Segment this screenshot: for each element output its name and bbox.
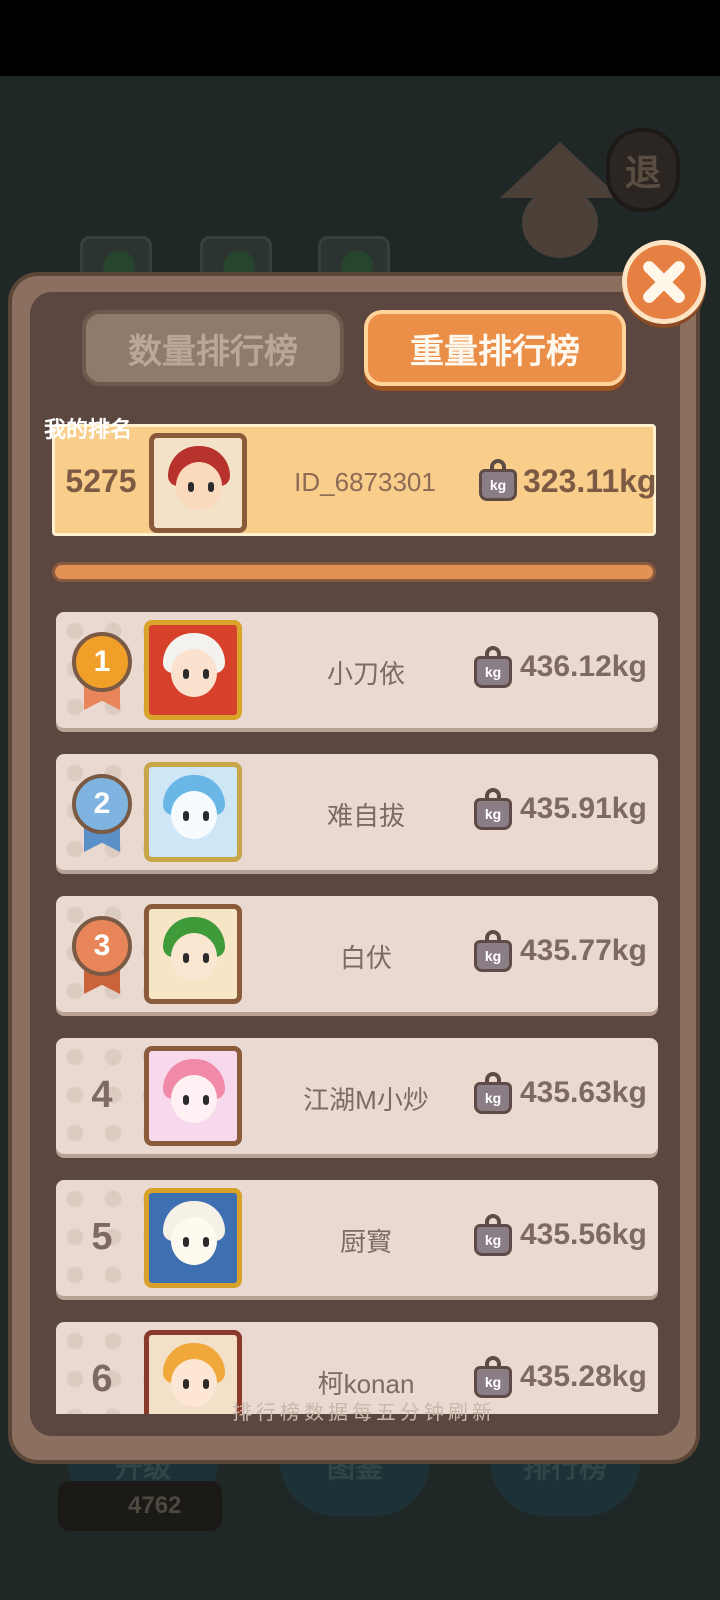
player-name: 白伏 (339, 943, 392, 973)
leaderboard-row: 3 白伏 kg 435.77kg (56, 896, 658, 1012)
my-rank-number: 5275 (65, 463, 137, 499)
leaderboard-row: 4 江湖M小炒 kg 435.63kg (56, 1038, 658, 1154)
avatar (144, 1188, 242, 1288)
weight-icon: kg (474, 646, 512, 688)
leaderboard-row: 2 难自拔 kg 435.91kg (56, 754, 658, 870)
avatar (144, 904, 242, 1004)
leaderboard-row: 1 小刀依 kg 436.12kg (56, 612, 658, 728)
tab-count-leaderboard[interactable]: 数量排行榜 (82, 310, 344, 386)
player-weight: 435.91kg (520, 792, 647, 825)
coin-counter: 4762 (58, 1481, 222, 1531)
weight-icon: kg (474, 1072, 512, 1114)
status-bar (0, 0, 720, 76)
exit-button[interactable]: 退 (606, 128, 680, 212)
player-weight: 435.28kg (520, 1360, 647, 1393)
player-weight: 435.77kg (520, 934, 647, 967)
player-weight: 435.56kg (520, 1218, 647, 1251)
my-weight: 323.11kg (523, 463, 657, 499)
rank-number: 5 (91, 1216, 113, 1258)
bronze-medal-icon: 3 (72, 916, 132, 996)
rank-number: 4 (91, 1074, 113, 1116)
weight-icon: kg (474, 930, 512, 972)
player-name: 江湖M小炒 (303, 1085, 429, 1115)
close-button[interactable] (622, 240, 706, 324)
weight-icon: kg (474, 1214, 512, 1256)
avatar (144, 620, 242, 720)
tab-weight-leaderboard[interactable]: 重量排行榜 (364, 310, 626, 386)
my-player-id: ID_6873301 (294, 467, 436, 497)
weight-icon: kg (479, 459, 517, 501)
gold-medal-icon: 1 (72, 632, 132, 712)
player-name: 难自拔 (326, 801, 405, 831)
refresh-note: 排行榜数据每五分钟刷新 (232, 1402, 496, 1424)
leaderboard-list[interactable]: 1 小刀依 kg 436.12kg 2 难自拔 kg 435.91kg 3 白伏… (56, 612, 660, 1414)
avatar (144, 1046, 242, 1146)
my-rank-row: 5275 ID_6873301 kg 323.11kg (52, 424, 656, 536)
section-divider (52, 562, 656, 582)
avatar (144, 762, 242, 862)
npc-character (500, 142, 620, 292)
avatar (149, 433, 247, 533)
player-weight: 436.12kg (520, 650, 647, 683)
close-icon (641, 259, 687, 305)
my-rank-label: 我的排名 (44, 417, 133, 442)
silver-medal-icon: 2 (72, 774, 132, 854)
player-weight: 435.63kg (520, 1076, 647, 1109)
player-name: 厨寳 (339, 1227, 392, 1257)
weight-icon: kg (474, 788, 512, 830)
leaderboard-row: 5 厨寳 kg 435.56kg (56, 1180, 658, 1296)
player-name: 小刀依 (326, 659, 405, 689)
